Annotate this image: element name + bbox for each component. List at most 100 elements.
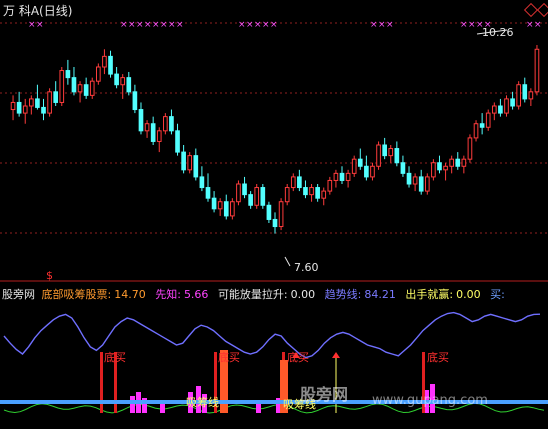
candle-body xyxy=(504,98,509,114)
candle-body xyxy=(473,123,479,139)
candle-body xyxy=(418,176,424,192)
bottom-buy-label: 底买 xyxy=(104,351,126,364)
cross-marker: × xyxy=(144,20,152,30)
candle-body xyxy=(522,84,528,100)
candle-body xyxy=(339,172,345,181)
candle-body xyxy=(211,197,217,210)
accumulate-bar xyxy=(160,404,165,413)
candle-body xyxy=(150,123,156,142)
candle-body xyxy=(181,151,186,171)
candle-body xyxy=(28,98,34,107)
candle-body xyxy=(479,123,485,128)
candle-body xyxy=(59,70,65,103)
indicator-item-volume-surge: 可能放量拉升: 0.00 xyxy=(217,288,316,301)
candle-body xyxy=(53,91,59,103)
candle-body xyxy=(254,187,260,206)
candle-body xyxy=(16,101,22,114)
candle-body xyxy=(491,105,497,114)
candle-body xyxy=(333,172,339,181)
candle-body xyxy=(357,158,363,167)
candle-body xyxy=(144,123,150,132)
bottom-buy-label: 底买 xyxy=(287,351,309,364)
cross-marker: × xyxy=(120,20,128,30)
indicator-item-accumulate: 底部吸筹股票: 14.70 xyxy=(41,288,146,301)
cross-marker: × xyxy=(28,20,36,30)
candle-body xyxy=(376,144,381,167)
candle-body xyxy=(315,187,320,199)
candle-body xyxy=(217,201,223,210)
candle-body xyxy=(175,130,180,153)
candle-body xyxy=(424,176,430,192)
cross-marker: × xyxy=(36,20,44,30)
cross-marker: × xyxy=(378,20,386,30)
candle-body xyxy=(431,162,436,178)
candle-body xyxy=(132,91,138,111)
candle-body xyxy=(498,105,503,114)
candle-body xyxy=(114,73,119,86)
cross-marker: × xyxy=(270,20,278,30)
indicator-item-trendline: 趋势线: 84.21 xyxy=(324,288,396,301)
cross-marker: × xyxy=(168,20,176,30)
indicator-header: 股旁网 底部吸筹股票: 14.70 先知: 5.66 可能放量拉升: 0.00 趋势线… xyxy=(2,286,511,302)
candle-body xyxy=(248,194,253,206)
candle-body xyxy=(138,109,144,132)
candle-body xyxy=(41,106,46,114)
watermark-url: www.gupang.com xyxy=(372,393,488,408)
cross-marker: × xyxy=(136,20,144,30)
cross-marker: × xyxy=(160,20,168,30)
candle-body xyxy=(260,187,266,206)
cross-marker: × xyxy=(176,20,184,30)
candle-body xyxy=(297,176,302,189)
candle-body xyxy=(534,48,540,93)
indicator-item-win: 出手就赢: 0.00 xyxy=(405,288,481,301)
indicator-item-buy: 买: xyxy=(490,288,505,301)
candle-body xyxy=(236,183,241,203)
candle-body xyxy=(449,158,454,167)
candle-body xyxy=(528,91,534,100)
candle-body xyxy=(22,105,28,114)
candle-body xyxy=(169,116,174,132)
indicator-source: 股旁网 xyxy=(2,288,35,301)
cross-marker: × xyxy=(254,20,262,30)
candle-body xyxy=(516,84,522,107)
cross-marker: × xyxy=(238,20,246,30)
candle-body xyxy=(272,218,278,228)
candle-body xyxy=(351,158,357,174)
candle-body xyxy=(412,176,418,185)
candle-body xyxy=(89,80,95,96)
candle-body xyxy=(230,201,235,217)
candle-body xyxy=(71,77,77,93)
cross-marker: × xyxy=(246,20,254,30)
watermark-text: 股旁网 xyxy=(300,385,349,404)
candle-body xyxy=(120,77,126,86)
candle-body xyxy=(193,155,199,178)
candle-body xyxy=(370,165,375,178)
candle-body xyxy=(388,148,394,157)
candle-body xyxy=(205,187,211,199)
candle-body xyxy=(126,77,132,93)
high-price-label: 10.26 xyxy=(482,26,514,39)
candle-body xyxy=(77,84,83,93)
candle-body xyxy=(327,179,333,192)
candle-body xyxy=(266,204,272,220)
candle-body xyxy=(187,155,193,171)
candle-body xyxy=(10,101,16,111)
candle-body xyxy=(406,172,412,185)
cross-marker: × xyxy=(128,20,136,30)
candle-body xyxy=(199,176,205,189)
candle-body xyxy=(303,187,308,196)
candle-body xyxy=(364,165,369,178)
candle-body xyxy=(223,201,229,217)
candle-body xyxy=(108,55,113,75)
cross-marker: × xyxy=(152,20,160,30)
candle-body xyxy=(102,55,107,68)
candle-body xyxy=(96,66,101,82)
candle-body xyxy=(163,116,168,132)
indicator-item-foresight: 先知: 5.66 xyxy=(155,288,209,301)
accumulate-bar xyxy=(130,396,135,413)
stock-chart-window: × × × × × × × × × × × × × × × × × × × × × × × × xyxy=(0,0,548,429)
candle-body xyxy=(443,165,448,171)
candle-body xyxy=(382,144,387,157)
candle-body xyxy=(156,130,162,142)
candle-body xyxy=(321,190,327,199)
